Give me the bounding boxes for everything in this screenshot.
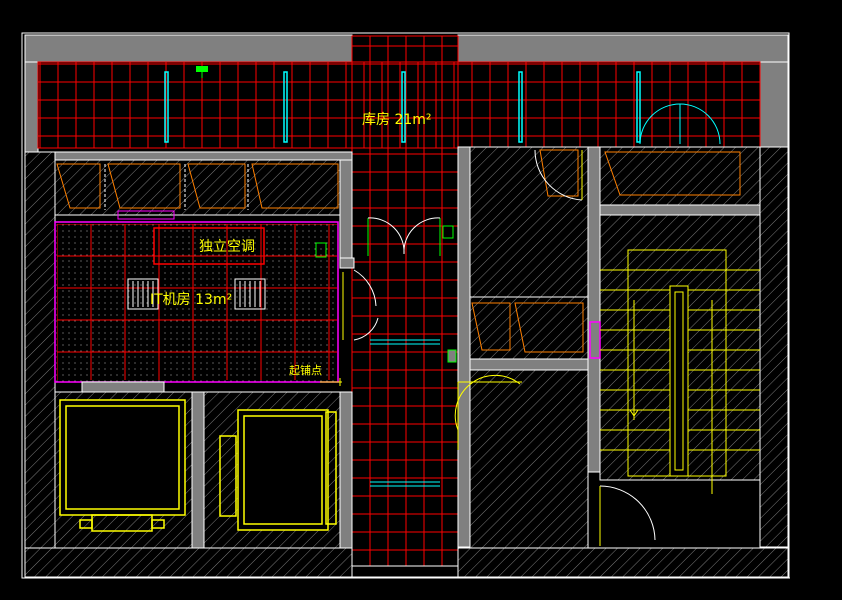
corridor-bottom-slab xyxy=(351,565,459,578)
transformer-unit-right xyxy=(219,409,337,531)
ac-unit-right xyxy=(234,278,266,310)
corridor-right-switch-icon xyxy=(447,349,457,363)
transformer-unit-left xyxy=(59,399,186,532)
start-point-label: 起铺点 xyxy=(289,364,322,377)
left-cabinets xyxy=(54,159,341,220)
right-structure xyxy=(457,146,789,578)
storeroom-label: 库房 21m² xyxy=(362,112,432,128)
ac-label: 独立空调 xyxy=(199,239,255,255)
floor-plan-canvas: 库房 21m² 独立空调 IT机房 13m² 起铺点 xyxy=(21,32,790,579)
it-room-label: IT机房 13m² xyxy=(150,292,232,308)
